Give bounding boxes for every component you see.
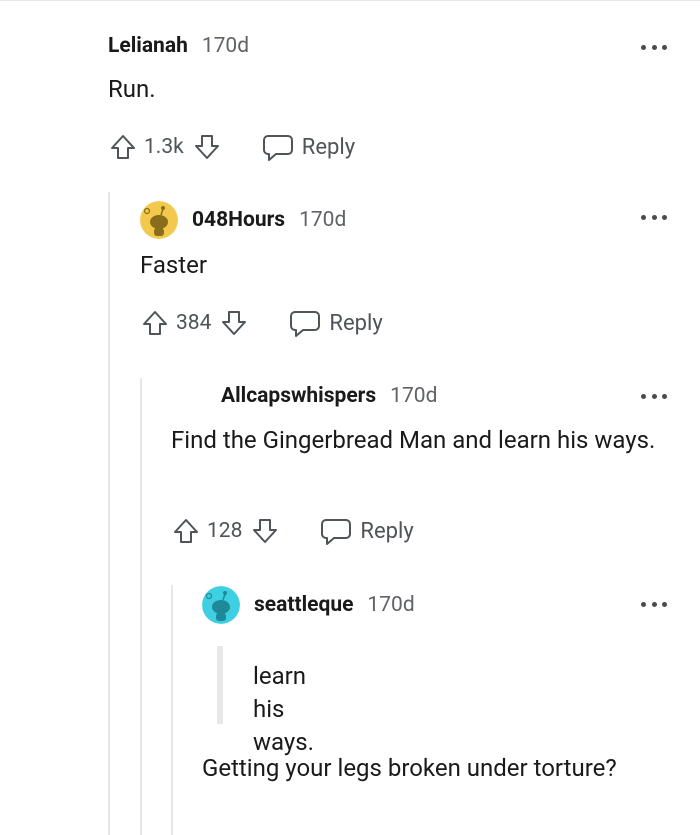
comment-header: seattleque 170d xyxy=(202,586,415,624)
dot-icon xyxy=(651,393,657,399)
reply-button[interactable]: Reply xyxy=(320,516,414,546)
snoo-avatar-icon xyxy=(202,586,240,624)
reply-button[interactable]: Reply xyxy=(262,132,355,162)
more-options-button[interactable] xyxy=(641,600,667,608)
comment-age: 170d xyxy=(390,384,438,408)
vote-score: 1.3k xyxy=(144,135,184,159)
dot-icon xyxy=(641,214,646,220)
avatar[interactable] xyxy=(140,201,178,239)
upvote-arrow-icon xyxy=(143,311,167,335)
upvote-button[interactable] xyxy=(140,308,170,338)
comment-text: Faster xyxy=(140,251,208,279)
more-options-button[interactable] xyxy=(641,43,667,51)
downvote-arrow-icon xyxy=(253,519,278,543)
dot-icon xyxy=(641,44,646,50)
comment-header: 048Hours 170d xyxy=(140,201,346,239)
dot-icon xyxy=(662,601,667,607)
thread-line-level-3[interactable] xyxy=(171,585,173,835)
avatar[interactable] xyxy=(202,586,240,624)
dot-icon xyxy=(651,44,657,50)
dot-icon xyxy=(641,601,646,607)
reply-label: Reply xyxy=(360,518,414,544)
comment-age: 170d xyxy=(201,34,250,58)
reply-label: Reply xyxy=(301,134,356,160)
comment-header: Allcapswhispers 170d xyxy=(221,384,437,408)
comment-age: 170d xyxy=(299,208,347,232)
comment-age: 170d xyxy=(367,593,415,617)
username[interactable]: Lelianah xyxy=(108,34,188,58)
upvote-arrow-icon xyxy=(174,519,198,543)
upvote-button[interactable] xyxy=(108,132,138,162)
reply-button[interactable]: Reply xyxy=(289,308,383,338)
comment-text: Find the Gingerbread Man and learn his w… xyxy=(171,426,656,454)
quote-bar xyxy=(217,646,223,724)
reply-label: Reply xyxy=(329,310,383,336)
vote-score: 128 xyxy=(207,519,243,543)
comment-actions: 1.3k Reply xyxy=(108,132,355,162)
comment-actions: 128 Reply xyxy=(171,516,414,546)
upvote-button[interactable] xyxy=(171,516,201,546)
comment-actions: 384 Reply xyxy=(140,308,383,338)
upvote-arrow-icon xyxy=(111,135,135,159)
downvote-arrow-icon xyxy=(222,311,247,335)
dot-icon xyxy=(641,393,646,399)
downvote-button[interactable] xyxy=(219,308,249,338)
top-divider xyxy=(0,0,700,1)
more-options-button[interactable] xyxy=(641,213,667,221)
vote-score: 384 xyxy=(176,311,212,335)
dot-icon xyxy=(651,601,657,607)
username[interactable]: seattleque xyxy=(254,593,353,617)
thread-line-level-1[interactable] xyxy=(108,192,110,835)
speech-bubble-icon xyxy=(290,311,321,337)
thread-line-level-2[interactable] xyxy=(140,378,142,835)
quoted-text: learn his ways. xyxy=(253,662,314,756)
downvote-button[interactable] xyxy=(192,132,222,162)
dot-icon xyxy=(651,214,657,220)
comment-text: Getting your legs broken under torture? xyxy=(202,754,617,782)
dot-icon xyxy=(662,393,667,399)
comment-header: Lelianah 170d xyxy=(108,34,249,58)
dot-icon xyxy=(662,44,667,50)
speech-bubble-icon xyxy=(321,519,352,545)
username[interactable]: Allcapswhispers xyxy=(221,384,376,408)
downvote-arrow-icon xyxy=(194,135,219,159)
username[interactable]: 048Hours xyxy=(192,208,285,232)
dot-icon xyxy=(662,214,667,220)
snoo-avatar-icon xyxy=(140,201,178,239)
comment-text: Run. xyxy=(108,75,156,103)
downvote-button[interactable] xyxy=(250,516,280,546)
more-options-button[interactable] xyxy=(641,392,667,400)
speech-bubble-icon xyxy=(262,135,293,161)
